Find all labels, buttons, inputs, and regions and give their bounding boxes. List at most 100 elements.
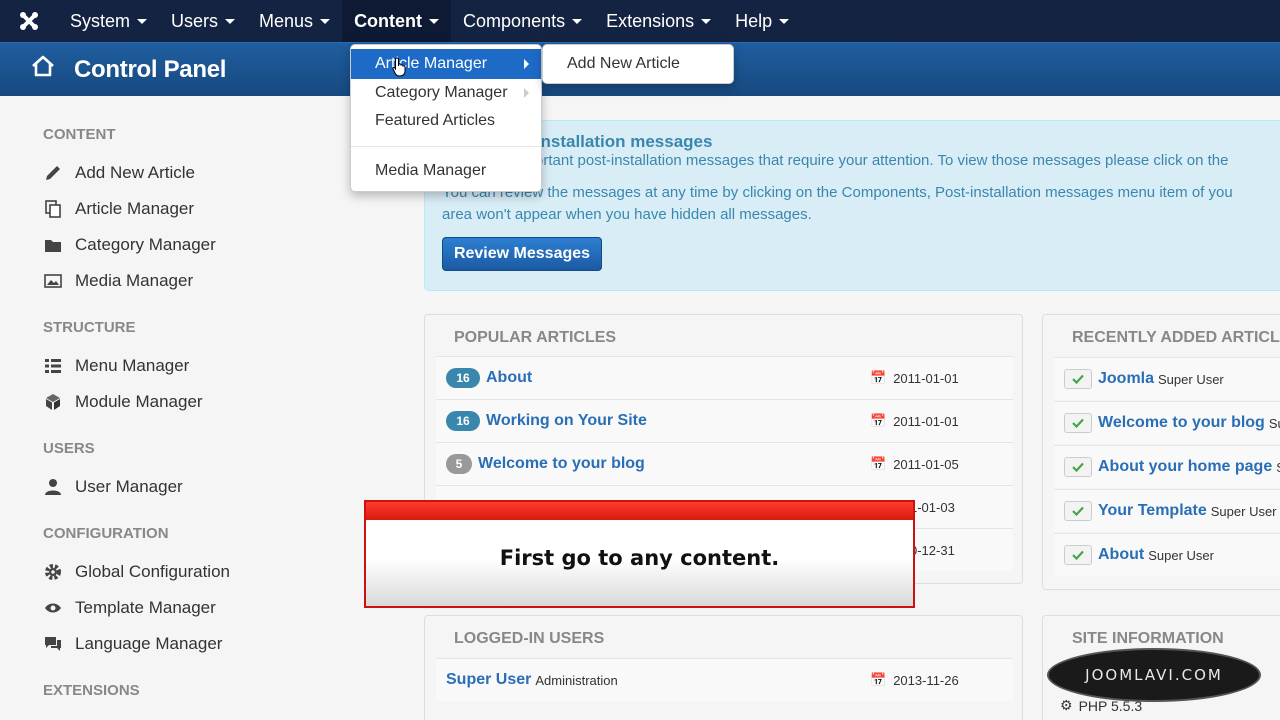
sidebar: CONTENT Add New Article Article Manager … — [0, 96, 400, 720]
user-link[interactable]: Super User — [446, 671, 531, 689]
sidebar-section-users: USERS — [43, 440, 95, 457]
hand-cursor-icon — [392, 57, 406, 77]
nav-users[interactable]: Users — [159, 0, 247, 42]
panel-title: RECENTLY ADDED ARTICLE — [1072, 329, 1280, 346]
date-cell: 📅 2011-01-05 — [870, 456, 959, 472]
tutorial-caption: First go to any content. — [364, 500, 915, 608]
sidebar-item-user-manager[interactable]: User Manager — [43, 477, 183, 497]
caret-down-icon — [320, 18, 331, 24]
alert-text: You can review the messages at any time … — [442, 184, 1233, 201]
nav-extensions[interactable]: Extensions — [594, 0, 723, 42]
check-icon — [1064, 413, 1092, 433]
menu-item-media-manager[interactable]: Media Manager — [351, 156, 541, 186]
watermark-logo: JOOMLAVI.COM — [1047, 648, 1261, 702]
table-row: About your home page S — [1054, 445, 1280, 488]
hits-badge: 5 — [446, 454, 472, 474]
menu-item-add-new-article[interactable]: Add New Article — [543, 49, 733, 79]
author-name: Super User — [1148, 547, 1214, 563]
menu-item-featured-articles[interactable]: Featured Articles — [351, 106, 541, 136]
date-cell: 0-12-31 — [910, 543, 955, 558]
sidebar-item-module-manager[interactable]: Module Manager — [43, 392, 203, 412]
sidebar-section-structure: STRUCTURE — [43, 319, 136, 336]
nav-menus[interactable]: Menus — [247, 0, 342, 42]
nav-label: Users — [171, 10, 219, 31]
sidebar-item-global-configuration[interactable]: Global Configuration — [43, 562, 230, 582]
comments-icon — [43, 634, 63, 654]
nav-help[interactable]: Help — [723, 0, 801, 42]
calendar-icon: 📅 — [870, 413, 887, 428]
user-icon — [43, 477, 63, 497]
sidebar-item-article-manager[interactable]: Article Manager — [43, 199, 194, 219]
menu-item-category-manager[interactable]: Category Manager — [351, 78, 541, 108]
calendar-icon: 📅 — [870, 672, 887, 687]
logged-in-users-panel: LOGGED-IN USERS Super User Administratio… — [424, 615, 1023, 720]
sidebar-item-media-manager[interactable]: Media Manager — [43, 271, 193, 291]
article-link[interactable]: Welcome to your blog — [478, 455, 645, 473]
table-row: 5 Welcome to your blog 📅 2011-01-05 — [436, 442, 1013, 485]
nav-label: Help — [735, 10, 773, 31]
author-name: Su — [1268, 415, 1280, 431]
caret-down-icon — [429, 18, 440, 24]
nav-label: System — [70, 10, 131, 31]
alert-text: area won't appear when you have hidden a… — [442, 206, 812, 223]
sidebar-item-language-manager[interactable]: Language Manager — [43, 634, 222, 654]
sidebar-item-category-manager[interactable]: Category Manager — [43, 235, 216, 255]
table-row: Your Template Super User — [1054, 489, 1280, 532]
list-icon — [43, 356, 63, 376]
article-link[interactable]: About — [1098, 546, 1144, 564]
author-name: Super User — [1210, 503, 1277, 519]
check-icon — [1064, 545, 1092, 565]
eye-icon — [43, 598, 63, 618]
menu-divider — [351, 146, 541, 147]
table-row: Welcome to your blog Su — [1054, 401, 1280, 444]
caret-right-icon — [524, 59, 529, 69]
sidebar-section-extensions: EXTENSIONS — [43, 682, 140, 699]
sidebar-item-label: Template Manager — [75, 598, 216, 617]
article-link[interactable]: Joomla — [1098, 370, 1154, 388]
wrench-icon: ⚙ — [1060, 697, 1073, 713]
caret-down-icon — [701, 18, 712, 24]
alert-title: st-installation messages — [515, 132, 713, 151]
menu-item-label: Category Manager — [375, 84, 508, 101]
article-link[interactable]: About your home page — [1098, 458, 1272, 476]
review-messages-button[interactable]: Review Messages — [442, 237, 602, 271]
calendar-icon: 📅 — [870, 456, 887, 471]
sidebar-item-label: Menu Manager — [75, 356, 190, 375]
nav-content[interactable]: Content — [342, 0, 452, 42]
sidebar-item-label: Article Manager — [75, 199, 195, 218]
sidebar-item-template-manager[interactable]: Template Manager — [43, 598, 216, 618]
article-link[interactable]: About — [486, 369, 532, 387]
article-link[interactable]: Your Template — [1098, 502, 1207, 520]
article-link[interactable]: Welcome to your blog — [1098, 414, 1265, 432]
date-cell: 📅 2011-01-01 — [870, 413, 959, 429]
cube-icon — [43, 392, 63, 412]
copy-icon — [43, 199, 63, 219]
sidebar-item-label: Category Manager — [75, 235, 216, 254]
date-value: 0-12-31 — [910, 542, 955, 558]
hits-badge: 16 — [446, 411, 480, 431]
sidebar-item-add-new-article[interactable]: Add New Article — [43, 163, 195, 183]
caret-down-icon — [225, 18, 236, 24]
menu-item-article-manager[interactable]: Article Manager — [351, 49, 541, 79]
pencil-icon — [43, 163, 63, 183]
caret-down-icon — [572, 18, 583, 24]
sidebar-item-label: Add New Article — [75, 163, 195, 182]
caption-text: First go to any content. — [499, 546, 780, 570]
caret-right-icon — [524, 88, 529, 98]
caption-bar — [366, 502, 913, 520]
joomla-logo-icon[interactable] — [0, 0, 58, 42]
sidebar-item-menu-manager[interactable]: Menu Manager — [43, 356, 189, 376]
recent-articles-panel: RECENTLY ADDED ARTICLE Joomla Super User… — [1042, 314, 1280, 590]
sidebar-section-content: CONTENT — [43, 126, 116, 143]
date-value: 2011-01-05 — [893, 456, 959, 472]
table-row: Super User Administration 📅 2013-11-26 — [436, 658, 1013, 701]
nav-system[interactable]: System — [58, 0, 159, 42]
date-cell: 📅 2011-01-01 — [870, 370, 959, 386]
image-icon — [43, 271, 63, 291]
top-navbar: System Users Menus Content Components Ex… — [0, 0, 1280, 42]
nav-components[interactable]: Components — [451, 0, 594, 42]
sidebar-item-label: Module Manager — [75, 392, 203, 411]
nav-label: Content — [354, 10, 423, 31]
table-row: 16 About 📅 2011-01-01 — [436, 356, 1013, 399]
article-link[interactable]: Working on Your Site — [486, 412, 647, 430]
